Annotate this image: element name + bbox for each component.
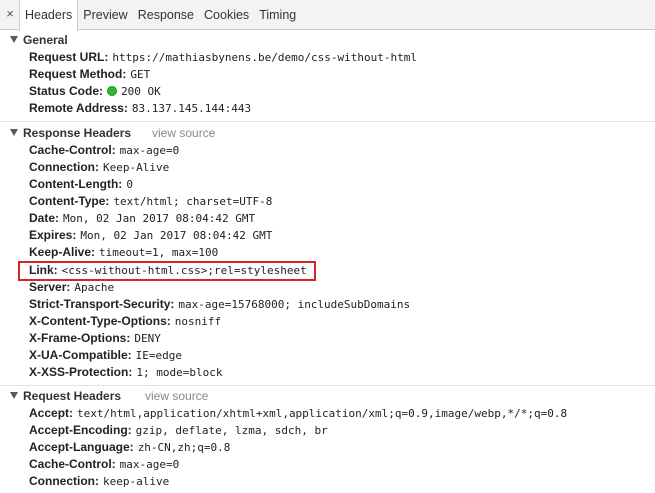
header-value: Apache [74, 281, 115, 294]
header-value: Mon, 02 Jan 2017 08:04:42 GMT [80, 229, 273, 242]
header-value: DENY [134, 332, 161, 345]
header-value: Keep-Alive [103, 161, 170, 174]
tab-timing[interactable]: Timing [254, 0, 301, 30]
section-divider [0, 121, 655, 122]
header-key: Cache-Control: [29, 457, 116, 471]
section-title: Request Headers [23, 388, 122, 403]
header-value: text/html,application/xhtml+xml,applicat… [77, 407, 568, 420]
response-header-row: X-UA-Compatible: IE=edge [29, 347, 182, 364]
response-header-row: Strict-Transport-Security: max-age=157680… [29, 296, 410, 313]
header-key: Keep-Alive: [29, 245, 96, 259]
green-circle-icon [107, 86, 118, 96]
header-key: Date: [29, 211, 60, 225]
view-source-link[interactable]: view source [145, 389, 208, 403]
response-header-row: Keep-Alive: timeout=1, max=100 [29, 244, 218, 261]
view-source-link[interactable]: view source [152, 126, 215, 140]
header-key: X-Content-Type-Options: [29, 314, 171, 328]
section-divider [0, 385, 655, 386]
response-header-row: Cache-Control: max-age=0 [29, 142, 179, 159]
triangle-down-icon [10, 129, 18, 136]
header-value: max-age=0 [119, 144, 180, 157]
general-row: Request URL: https://mathiasbynens.be/dem… [29, 49, 417, 66]
request-headers-section-header[interactable]: Request Headers [0, 387, 121, 404]
response-header-row: Content-Length: 0 [29, 176, 133, 193]
request-header-row: Accept-Encoding: gzip, deflate, lzma, sdc… [29, 422, 328, 439]
general-row: Remote Address: 83.137.145.144:443 [29, 100, 251, 117]
close-icon[interactable]: × [4, 7, 16, 21]
header-value: https://mathiasbynens.be/demo/css-withou… [112, 51, 417, 64]
header-key: Request Method: [29, 67, 127, 81]
header-key: Accept: [29, 406, 74, 420]
request-header-row: Accept: text/html,application/xhtml+xml,a… [29, 405, 567, 422]
header-key: X-Frame-Options: [29, 331, 131, 345]
highlight-box [18, 261, 316, 281]
tab-list: Headers Preview Response Cookies Timing [19, 0, 301, 31]
header-value: IE=edge [135, 349, 183, 362]
general-row: Request Method: GET [29, 66, 150, 83]
tab-bar: × Headers Preview Response Cookies Timin… [0, 0, 655, 31]
triangle-down-icon [10, 36, 18, 43]
tab-headers[interactable]: Headers [19, 0, 79, 31]
header-value: 200 OK [121, 85, 161, 98]
response-header-row: Server: Apache [29, 279, 114, 296]
request-header-row: Cache-Control: max-age=0 [29, 456, 179, 473]
header-value: 0 [126, 178, 133, 191]
header-key: Status Code: [29, 84, 104, 98]
header-key: X-UA-Compatible: [29, 348, 132, 362]
response-header-row: Expires: Mon, 02 Jan 2017 08:04:42 GMT [29, 227, 272, 244]
header-value: timeout=1, max=100 [99, 246, 219, 259]
header-key: Expires: [29, 228, 77, 242]
header-value: keep-alive [103, 475, 170, 488]
header-value: max-age=0 [119, 458, 180, 471]
header-key: X-XSS-Protection: [29, 365, 133, 379]
request-header-row: Accept-Language: zh-CN,zh;q=0.8 [29, 439, 230, 456]
header-key: Request URL: [29, 50, 109, 64]
section-title: General [23, 32, 68, 47]
header-key: Strict-Transport-Security: [29, 297, 175, 311]
header-value: 83.137.145.144:443 [131, 102, 252, 115]
response-header-row: Connection: Keep-Alive [29, 159, 169, 176]
response-header-row: X-Frame-Options: DENY [29, 330, 161, 347]
tab-cookies[interactable]: Cookies [199, 0, 254, 30]
response-header-row: X-XSS-Protection: 1; mode=block [29, 364, 222, 381]
tab-preview[interactable]: Preview [78, 0, 132, 30]
header-value: gzip, deflate, lzma, sdch, br [135, 424, 328, 437]
header-value: max-age=15768000; includeSubDomains [178, 298, 411, 311]
response-header-row: Date: Mon, 02 Jan 2017 08:04:42 GMT [29, 210, 255, 227]
section-title: Response Headers [23, 125, 132, 140]
header-key: Content-Length: [29, 177, 123, 191]
request-header-row: Connection: keep-alive [29, 473, 169, 490]
triangle-down-icon [10, 392, 18, 399]
response-header-row: X-Content-Type-Options: nosniff [29, 313, 221, 330]
tab-response[interactable]: Response [133, 0, 199, 30]
header-value: GET [130, 68, 151, 81]
header-key: Server: [29, 280, 71, 294]
header-value: text/html; charset=UTF-8 [113, 195, 273, 208]
header-key: Cache-Control: [29, 143, 116, 157]
header-key: Remote Address: [29, 101, 128, 115]
general-row: Status Code: 200 OK [29, 83, 161, 100]
header-key: Accept-Encoding: [29, 423, 132, 437]
header-value: 1; mode=block [136, 366, 223, 379]
header-key: Content-Type: [29, 194, 110, 208]
response-header-row: Content-Type: text/html; charset=UTF-8 [29, 193, 272, 210]
general-section-header[interactable]: General [0, 31, 68, 48]
header-key: Connection: [29, 160, 99, 174]
header-value: nosniff [174, 315, 222, 328]
header-value: Mon, 02 Jan 2017 08:04:42 GMT [63, 212, 256, 225]
response-headers-section-header[interactable]: Response Headers [0, 124, 131, 141]
header-value: zh-CN,zh;q=0.8 [137, 441, 231, 454]
header-key: Accept-Language: [29, 440, 134, 454]
header-key: Connection: [29, 474, 99, 488]
